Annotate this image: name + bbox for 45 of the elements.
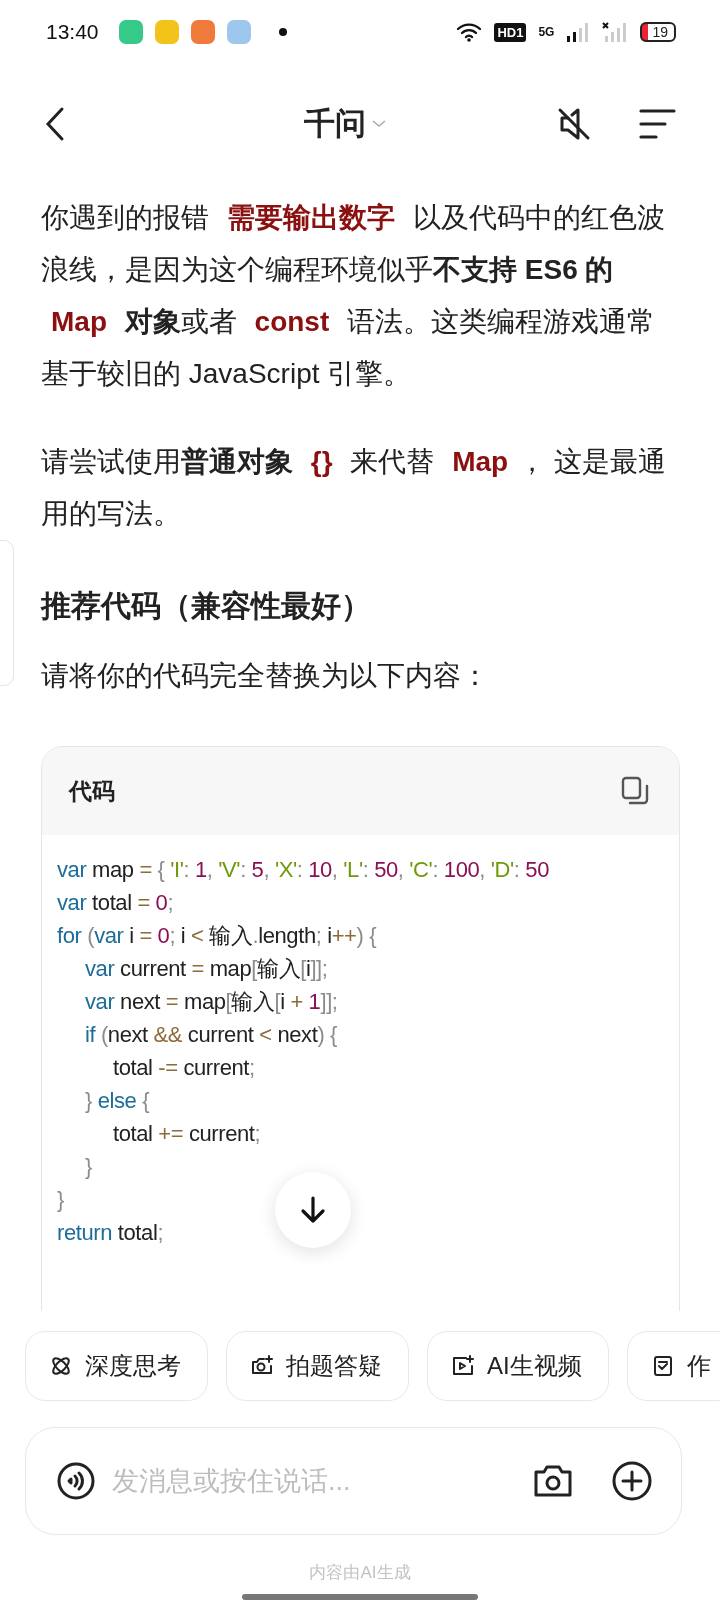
battery-level: 19 xyxy=(640,22,676,42)
code-line: return total; xyxy=(57,1219,164,1247)
copy-button[interactable] xyxy=(621,776,649,806)
shortcut-chip[interactable]: 作 xyxy=(626,1331,720,1401)
code-line: } else { xyxy=(85,1087,150,1115)
app-notification-icon xyxy=(154,20,179,44)
answer-paragraph: 请尝试使用普通对象 {} 来代替 Map ， 这是最通用的写法。 xyxy=(41,445,667,531)
code-line: var next = map[输入[i + 1]]; xyxy=(85,988,338,1016)
code-line: for (var i = 0; i < 输入.length; i++) { xyxy=(57,922,377,950)
camera-button[interactable] xyxy=(533,1463,573,1499)
arrow-down-icon[interactable] xyxy=(299,1195,327,1225)
answer-paragraph: 你遇到的报错 需要输出数字 以及代码中的红色波浪线，是因为这个编程环境似乎不支持 ES6 的 Map 对象或者 const 语法。这类编程游戏通常基于较旧的 JavaScript 引擎。 xyxy=(41,201,666,391)
status-time: 13:40 xyxy=(46,20,99,44)
chat-title[interactable]: 千问 xyxy=(304,103,366,145)
section-heading: 推荐代码（兼容性最好） xyxy=(41,588,372,624)
shortcut-chip[interactable]: 深度思考 xyxy=(25,1331,208,1401)
code-line: } xyxy=(85,1153,92,1181)
app-notification-icon xyxy=(226,20,251,44)
answer-paragraph: 请将你的代码完全替换为以下内容： xyxy=(41,659,490,693)
code-line: total -= current; xyxy=(113,1054,255,1082)
app-notification-icon xyxy=(118,20,143,44)
video-sparkle-icon xyxy=(451,1354,475,1378)
code-card-title: 代码 xyxy=(69,776,115,806)
code-line: var current = map[输入[i]]; xyxy=(85,955,328,983)
code-line: var map = { 'I': 1, 'V': 5, 'X': 10, 'L': 50, 'C': 100, 'D': 50 xyxy=(57,856,549,884)
code-line: if (next && current < next) { xyxy=(85,1021,337,1049)
no-signal-icon xyxy=(602,22,629,42)
signal-icon xyxy=(566,22,591,42)
app-notification-icon xyxy=(190,20,215,44)
add-button[interactable] xyxy=(611,1460,653,1502)
notification-dot xyxy=(278,28,287,36)
menu-button[interactable] xyxy=(638,107,676,141)
atom-icon xyxy=(49,1354,73,1378)
code-line: total += current; xyxy=(113,1120,261,1148)
wifi-icon xyxy=(456,22,483,42)
shortcut-chip[interactable]: 拍题答疑 xyxy=(226,1331,409,1401)
shortcut-chip[interactable]: AI生视频 xyxy=(427,1331,609,1401)
voice-button[interactable] xyxy=(56,1461,96,1501)
code-line: var total = 0; xyxy=(57,889,174,917)
back-button[interactable] xyxy=(44,106,66,142)
ai-disclaimer: 内容由AI生成 xyxy=(308,1562,412,1584)
hd-badge: HD1 xyxy=(494,22,527,42)
network-label: 5G xyxy=(538,25,555,39)
code-line: } xyxy=(57,1186,64,1214)
message-input[interactable]: 发消息或按住说话... xyxy=(110,1464,519,1498)
